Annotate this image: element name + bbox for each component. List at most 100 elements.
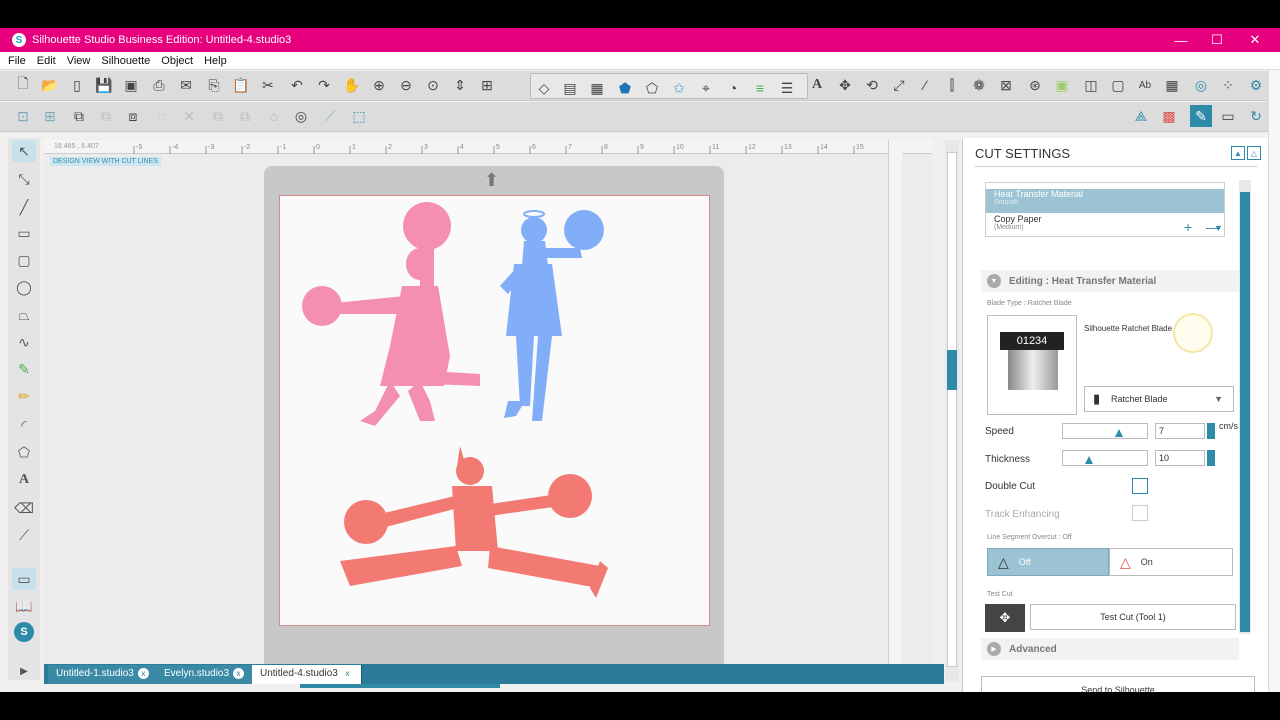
- panel-scroll-thumb[interactable]: [1240, 192, 1250, 632]
- transform-icon[interactable]: ✥: [834, 74, 856, 96]
- save-icon[interactable]: 💾: [93, 74, 115, 96]
- close-button[interactable]: ✕: [1236, 28, 1274, 52]
- gradient-icon[interactable]: ▤: [559, 77, 581, 99]
- text-style-icon[interactable]: A: [806, 74, 828, 96]
- new-file-icon[interactable]: 🗋: [12, 74, 34, 96]
- thickness-spinner[interactable]: [1207, 450, 1215, 466]
- line-style-icon[interactable]: ☰: [776, 77, 798, 99]
- eraser-tool-icon[interactable]: ⌫: [12, 497, 36, 519]
- panel-scrollbar[interactable]: [1239, 180, 1251, 634]
- panel-collapse-icon[interactable]: △: [1247, 146, 1261, 160]
- list-scroll-down-icon[interactable]: ▼: [1214, 223, 1223, 233]
- canvas-vertical-scrollbar[interactable]: [945, 140, 959, 682]
- coral-cheerleader-shape[interactable]: [340, 446, 608, 598]
- expand-panel-icon[interactable]: ▶: [12, 660, 36, 682]
- menu-file[interactable]: File: [8, 55, 26, 67]
- tab-close-icon[interactable]: x: [341, 668, 353, 679]
- group-icon[interactable]: ⊡: [12, 105, 34, 127]
- fill-icon[interactable]: ◇: [533, 77, 555, 99]
- eraser-shape-icon[interactable]: ⌂: [263, 105, 285, 127]
- speed-input[interactable]: 7: [1155, 423, 1205, 439]
- test-cut-button[interactable]: Test Cut (Tool 1): [1030, 604, 1236, 630]
- weld-icon[interactable]: ◌: [151, 105, 173, 127]
- thickness-input[interactable]: 10: [1155, 450, 1205, 466]
- refresh-icon[interactable]: ↻: [1245, 105, 1267, 127]
- point-edit-icon[interactable]: ⤡: [12, 168, 36, 190]
- settings-gear-icon[interactable]: ⚙: [1245, 74, 1267, 96]
- compound-icon[interactable]: ⧉: [68, 105, 90, 127]
- thickness-slider-knob[interactable]: [1085, 456, 1093, 464]
- canvas-scroll-thumb[interactable]: [947, 152, 957, 667]
- align-icon[interactable]: ⫿: [941, 74, 963, 96]
- pattern-view-icon[interactable]: ▩: [1158, 105, 1180, 127]
- cut-settings-icon[interactable]: ◎: [1190, 74, 1212, 96]
- fit-page-icon[interactable]: ⊞: [476, 74, 498, 96]
- material-list[interactable]: Heat Transfer Material Smooth Copy Paper…: [985, 182, 1225, 237]
- redo-icon[interactable]: ↷: [313, 74, 335, 96]
- freehand-icon[interactable]: ✎: [12, 358, 36, 380]
- duplicate-icon[interactable]: ⧉: [207, 105, 229, 127]
- knife-tool-icon[interactable]: ⟋: [12, 524, 36, 546]
- print-cut-icon[interactable]: ◫: [1080, 74, 1102, 96]
- speed-slider[interactable]: [1062, 423, 1148, 439]
- polygon-tool-icon[interactable]: ⏢: [12, 304, 36, 326]
- line-color-icon[interactable]: ≡: [749, 77, 771, 99]
- new-doc-icon[interactable]: ▯: [66, 74, 88, 96]
- menu-help[interactable]: Help: [204, 55, 227, 67]
- send-to-silhouette-button[interactable]: Send to Silhouette: [981, 676, 1255, 692]
- panel-pin-icon[interactable]: ▲: [1231, 146, 1245, 160]
- text-tool-icon[interactable]: A: [12, 469, 36, 491]
- double-cut-checkbox[interactable]: [1132, 478, 1148, 494]
- speed-slider-knob[interactable]: [1115, 429, 1123, 437]
- pencil-icon[interactable]: ✏: [12, 385, 36, 407]
- rotate-icon[interactable]: ⟲: [861, 74, 883, 96]
- tab-untitled-4[interactable]: Untitled-4.studio3 x: [252, 665, 362, 684]
- nesting-icon[interactable]: ⊠: [995, 74, 1017, 96]
- save-library-icon[interactable]: ▣: [120, 74, 142, 96]
- ungroup-icon[interactable]: ⊞: [39, 105, 61, 127]
- material-item-heat-transfer[interactable]: Heat Transfer Material Smooth: [986, 189, 1224, 213]
- menu-edit[interactable]: Edit: [37, 55, 56, 67]
- ellipse-tool-icon[interactable]: ◯: [12, 276, 36, 298]
- tab-close-icon[interactable]: x: [137, 668, 149, 679]
- paste-icon[interactable]: 📋: [230, 74, 252, 96]
- shear-icon[interactable]: ⁄: [914, 74, 936, 96]
- offset-icon[interactable]: ⬠: [641, 77, 663, 99]
- pan-icon[interactable]: ✋: [341, 74, 363, 96]
- replicate-icon[interactable]: ❁: [968, 74, 990, 96]
- media-icon[interactable]: ▭: [1217, 105, 1239, 127]
- move-arrows-icon[interactable]: ✥: [985, 604, 1025, 632]
- overcut-off-button[interactable]: △ Off: [987, 548, 1109, 576]
- menu-view[interactable]: View: [67, 55, 91, 67]
- release-compound-icon[interactable]: ⧉: [95, 105, 117, 127]
- design-view-icon[interactable]: ⟁: [1130, 105, 1152, 127]
- speed-spinner[interactable]: [1207, 423, 1215, 439]
- pink-cheerleader-shape[interactable]: [302, 202, 480, 426]
- select-tool-icon[interactable]: ↖: [12, 140, 36, 162]
- page-setup-icon[interactable]: ▢: [1107, 74, 1129, 96]
- sketch-icon[interactable]: ⟋: [319, 105, 341, 127]
- blue-cheerleader-shape[interactable]: [500, 210, 604, 421]
- rounded-rect-icon[interactable]: ▢: [12, 249, 36, 271]
- grid-icon[interactable]: ▦: [1161, 74, 1183, 96]
- zoom-in-icon[interactable]: ⊕: [368, 74, 390, 96]
- canvas-horizontal-scroll-thumb[interactable]: [300, 684, 500, 688]
- store-icon[interactable]: ▣: [1051, 74, 1073, 96]
- overcut-on-button[interactable]: △ On: [1109, 548, 1233, 576]
- maximize-button[interactable]: ☐: [1198, 28, 1236, 52]
- curve-tool-icon[interactable]: ∿: [12, 331, 36, 353]
- text-edit-icon[interactable]: Ab: [1134, 74, 1156, 96]
- editing-section-header[interactable]: ▼ Editing : Heat Transfer Material: [981, 270, 1239, 292]
- menu-silhouette[interactable]: Silhouette: [101, 55, 150, 67]
- tab-untitled-1[interactable]: Untitled-1.studio3 x: [48, 665, 158, 684]
- trace-bitmap-icon[interactable]: ⬚: [348, 105, 370, 127]
- send-icon[interactable]: ✉: [175, 74, 197, 96]
- menu-object[interactable]: Object: [161, 55, 193, 67]
- trace-icon[interactable]: ⌖: [695, 77, 717, 99]
- zoom-out-icon[interactable]: ⊖: [395, 74, 417, 96]
- delete-icon[interactable]: ✕: [178, 105, 200, 127]
- mirror-icon[interactable]: ⧉: [234, 105, 256, 127]
- rectangle-tool-icon[interactable]: ▭: [12, 222, 36, 244]
- undo-icon[interactable]: ↶: [286, 74, 308, 96]
- offset-circle-icon[interactable]: ◎: [290, 105, 312, 127]
